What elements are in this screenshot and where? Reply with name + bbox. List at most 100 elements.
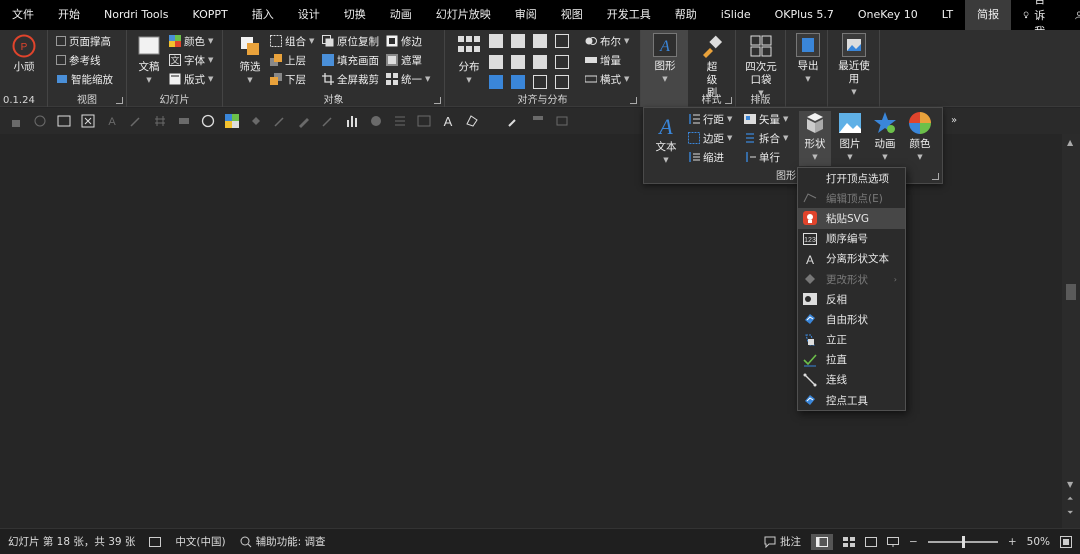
hashtag-icon[interactable] [153,114,167,128]
line-spacing-icon[interactable] [393,114,407,128]
tab-lt[interactable]: LT [930,0,965,30]
tab-animations[interactable]: 动画 [378,0,424,30]
align-center-icon[interactable] [511,34,525,48]
color-button[interactable]: 颜色 ▼ [904,111,936,164]
tab-design[interactable]: 设计 [286,0,332,30]
filter-button[interactable]: 筛选 ▼ [233,34,267,87]
scrollbar-thumb[interactable] [1066,284,1076,300]
align-width-icon[interactable] [555,34,569,48]
text-button[interactable]: A 文本 ▼ [652,114,680,167]
notes-view-icon[interactable] [149,536,162,548]
align-height-icon[interactable] [555,54,569,69]
bar-chart-icon[interactable] [345,114,359,128]
mask-button[interactable]: 遮罩 [386,51,422,69]
color-tile-icon[interactable] [225,114,239,128]
distribute-button[interactable]: 分布 ▼ [455,34,483,87]
tab-koppt[interactable]: KOPPT [180,0,239,30]
tab-home[interactable]: 开始 [46,0,92,30]
tab-view[interactable]: 视图 [549,0,595,30]
tab-insert[interactable]: 插入 [240,0,286,30]
colors-button[interactable]: 颜色 ▼ [169,32,213,50]
normal-view-icon[interactable] [811,533,834,550]
zoom-out-button[interactable]: − [909,536,918,548]
menu-item-paste-svg[interactable]: 粘贴SVG [798,208,905,229]
tab-okplus[interactable]: OKPlus 5.7 [763,0,846,30]
tab-help[interactable]: 帮助 [663,0,709,30]
tab-transitions[interactable]: 切换 [332,0,378,30]
tab-nordri-tools[interactable]: Nordri Tools [92,0,180,30]
export-button[interactable]: 导出 ▼ [794,33,822,86]
align-right-icon[interactable] [533,34,547,48]
send-backward-button[interactable]: 下层 [270,70,306,88]
language-indicator[interactable]: 中文(中国) [175,534,225,549]
text-a-icon[interactable]: A [441,114,455,128]
split-merge-button[interactable]: 拆合 ▼ [744,129,788,147]
page-stretch-checkbox[interactable]: 页面撑高 [56,32,111,50]
swap-icon[interactable] [555,75,569,90]
unify-button[interactable]: 统一 ▼ [386,70,430,88]
reading-view-icon[interactable] [865,536,878,547]
lock-icon[interactable] [9,114,23,128]
menu-item-open-vertex-options[interactable]: 打开顶点选项 [798,168,905,188]
arrow-left-icon[interactable] [489,75,503,90]
table-icon[interactable] [417,114,431,128]
fonts-button[interactable]: 文字体 ▼ [169,51,213,69]
pen-icon[interactable] [297,114,311,128]
fill-slide-button[interactable]: 填充画面 [322,51,379,69]
guides-checkbox[interactable]: 参考线 [56,51,101,69]
document-button[interactable]: 文稿 ▼ [133,34,165,87]
trim-button[interactable]: 修边 [386,32,422,50]
menu-item-freeform[interactable]: 自由形状 [798,309,905,329]
horizontal-mode-button[interactable]: 横式 ▼ [585,70,629,88]
vertical-scrollbar[interactable]: ▲ ▼ ⏶ ⏷ [1062,134,1080,528]
duplicate-in-place-button[interactable]: 原位复制 [322,32,379,50]
menu-item-straighten[interactable]: 拉直 [798,350,905,370]
slideshow-icon[interactable] [887,536,900,547]
shapes-icon[interactable] [177,114,191,128]
align-icon[interactable] [555,114,569,128]
dialog-launcher-icon[interactable] [116,97,123,104]
recently-used-button[interactable]: 最近使用 ▼ [835,33,873,99]
shapes-button[interactable]: 形状 ▼ [799,111,831,166]
eyedropper-icon[interactable] [129,114,143,128]
comments-button[interactable]: 批注 [764,534,801,549]
bring-forward-button[interactable]: 上层 [270,51,306,69]
tab-review[interactable]: 审阅 [503,0,549,30]
align-middle-icon[interactable] [511,54,525,69]
fullscreen-crop-button[interactable]: 全屏裁剪 [322,70,379,88]
share-button[interactable]: 共享 [1063,0,1080,31]
dialog-launcher-icon[interactable] [630,97,637,104]
smart-zoom-button[interactable]: 智能缩放 [56,70,113,88]
previous-slide-icon[interactable]: ⏶ [1067,494,1073,504]
single-line-button[interactable]: 单行 [744,148,780,166]
xiaowan-button[interactable]: P 小顽 [6,34,42,74]
accessibility-button[interactable]: 辅助功能: 调查 [240,534,326,549]
next-slide-icon[interactable]: ⏷ [1067,508,1073,518]
layout-button[interactable]: 版式 ▼ [169,70,213,88]
slide-sorter-icon[interactable] [843,536,856,547]
format-painter-icon[interactable] [531,114,545,128]
eyedropper-icon[interactable] [273,114,287,128]
scroll-down-icon[interactable]: ▼ [1067,480,1073,489]
menu-item-separate-shape-text[interactable]: A 分离形状文本 [798,249,905,269]
size-icon[interactable] [533,75,547,90]
tab-slideshow[interactable]: 幻灯片放映 [424,0,503,30]
tab-islide[interactable]: iSlide [709,0,763,30]
tab-developer[interactable]: 开发工具 [595,0,663,30]
menu-item-upright[interactable]: 立正 [798,330,905,350]
picture-button[interactable]: 图片 ▼ [834,111,866,164]
zoom-slider[interactable] [927,535,998,548]
eyedropper-icon[interactable] [321,114,335,128]
text-box-icon[interactable] [81,114,95,128]
dialog-launcher-icon[interactable] [725,97,732,104]
tab-onekey[interactable]: OneKey 10 [846,0,930,30]
circle-icon[interactable] [201,114,215,128]
shape-gallery-button[interactable]: A 图形 ▼ [651,33,679,86]
fit-to-window-icon[interactable] [1060,535,1072,548]
menu-item-handle-tool[interactable]: 控点工具 [798,390,905,410]
scroll-up-icon[interactable]: ▲ [1067,138,1073,147]
menu-item-connector[interactable]: 连线 [798,370,905,390]
image-frame-icon[interactable] [57,114,71,128]
zoom-level[interactable]: 50% [1027,536,1050,548]
font-color-icon[interactable]: A [105,114,119,128]
